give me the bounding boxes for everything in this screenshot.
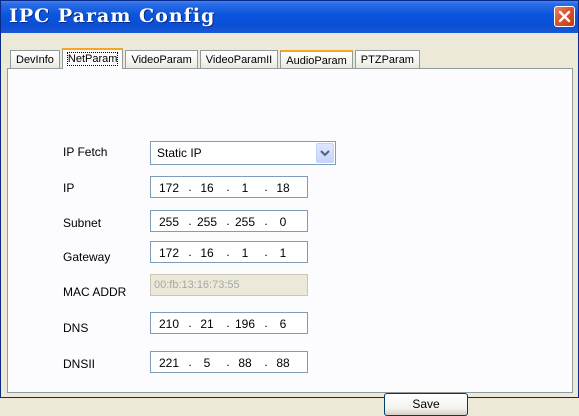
close-button[interactable] (554, 6, 575, 27)
subnet-field[interactable]: 255 . 255 . 255 . 0 (150, 210, 308, 232)
dns-octet[interactable]: 196 (231, 317, 259, 331)
tab-videoparam[interactable]: VideoParam (125, 50, 198, 69)
dns-octet[interactable]: 210 (155, 317, 183, 331)
gateway-label: Gateway (63, 250, 111, 264)
dns2-octet[interactable]: 88 (269, 356, 297, 370)
tab-videoparam-ii[interactable]: VideoParamII (199, 50, 279, 69)
tab-label: AudioParam (286, 55, 347, 67)
dns2-field[interactable]: 221 . 5 . 88 . 88 (150, 351, 308, 373)
subnet-octet[interactable]: 255 (155, 215, 183, 229)
ip-octet[interactable]: 172 (155, 181, 183, 195)
dns2-octet[interactable]: 221 (155, 356, 183, 370)
gateway-field[interactable]: 172 . 16 . 1 . 1 (150, 241, 308, 263)
ip-octet[interactable]: 18 (269, 181, 297, 195)
dns2-label: DNSII (63, 357, 96, 371)
chevron-down-icon (320, 150, 330, 157)
ip-fetch-select[interactable]: Static IP (150, 141, 336, 165)
ip-address-field[interactable]: 172 . 16 . 1 . 18 (150, 176, 308, 198)
ip-label: IP (63, 181, 75, 195)
ip-fetch-value: Static IP (157, 146, 202, 160)
dns-octet[interactable]: 6 (269, 317, 297, 331)
close-icon (558, 10, 571, 23)
window-title: IPC Param Config (9, 5, 216, 27)
mac-address-field: 00:fb:13:16:73:55 (150, 274, 308, 296)
gateway-octet[interactable]: 16 (193, 246, 221, 260)
subnet-octet[interactable]: 255 (193, 215, 221, 229)
subnet-octet[interactable]: 0 (269, 215, 297, 229)
tab-strip: DevInfo NetParam VideoParam VideoParamII… (10, 48, 422, 69)
gateway-octet[interactable]: 172 (155, 246, 183, 260)
tab-netparam[interactable]: NetParam (61, 48, 124, 69)
tab-audioparam[interactable]: AudioParam (280, 50, 353, 69)
tab-label: DevInfo (16, 54, 54, 66)
ip-fetch-label: IP Fetch (63, 145, 108, 159)
config-window: IPC Param Config DevInfo NetParam VideoP… (0, 0, 579, 416)
dns-field[interactable]: 210 . 21 . 196 . 6 (150, 312, 308, 334)
mac-value: 00:fb:13:16:73:55 (154, 279, 240, 291)
dns-label: DNS (63, 321, 89, 335)
tab-label: VideoParam (131, 54, 192, 66)
tab-ptzparam[interactable]: PTZParam (354, 50, 420, 69)
tab-label: NetParam (66, 52, 119, 66)
mac-label: MAC ADDR (63, 285, 127, 299)
tab-devinfo[interactable]: DevInfo (10, 50, 60, 69)
gateway-octet[interactable]: 1 (231, 246, 259, 260)
tab-label: VideoParamII (205, 54, 273, 66)
ip-octet[interactable]: 1 (231, 181, 259, 195)
client-area: DevInfo NetParam VideoParam VideoParamII… (4, 33, 575, 416)
subnet-label: Subnet (63, 216, 102, 230)
title-bar[interactable]: IPC Param Config (1, 1, 578, 33)
subnet-octet[interactable]: 255 (231, 215, 259, 229)
dns2-octet[interactable]: 88 (231, 356, 259, 370)
dropdown-button[interactable] (316, 143, 334, 163)
dns2-octet[interactable]: 5 (193, 356, 221, 370)
save-button[interactable]: Save (384, 393, 468, 416)
netparam-panel: IP Fetch Static IP IP 172 . 16 . 1 . 18 (7, 68, 573, 416)
dns-octet[interactable]: 21 (193, 317, 221, 331)
ip-octet[interactable]: 16 (193, 181, 221, 195)
tab-label: PTZParam (360, 54, 414, 66)
gateway-octet[interactable]: 1 (269, 246, 297, 260)
